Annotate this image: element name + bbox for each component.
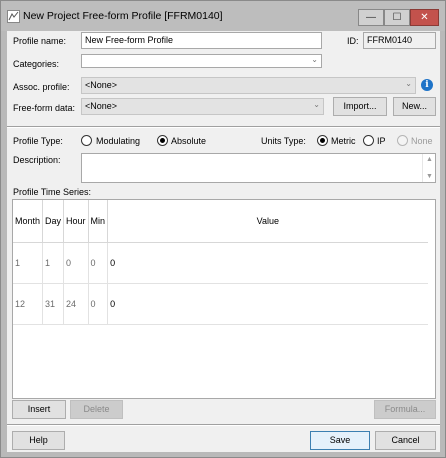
column-header-min[interactable]: Min [88,200,109,243]
ip-radio[interactable] [363,135,374,146]
table-header-row: Month Day Hour Min Value [13,200,428,243]
absolute-radio[interactable] [157,135,168,146]
column-header-month[interactable]: Month [13,200,44,243]
formula-button[interactable]: Formula... [374,400,436,419]
scroll-up-icon: ▲ [426,156,433,163]
help-button[interactable]: Help [12,431,65,450]
column-header-hour[interactable]: Hour [63,200,89,243]
profile-name-input[interactable]: New Free-form Profile [81,32,322,49]
table-cell[interactable]: 31 [42,283,65,325]
id-label: ID: [347,36,359,46]
delete-button[interactable]: Delete [70,400,123,419]
metric-label: Metric [331,136,356,146]
absolute-label: Absolute [171,136,207,146]
save-button[interactable]: Save [310,431,370,450]
close-button[interactable]: ✕ [410,9,439,26]
modulating-label: Modulating [96,136,141,146]
chevron-down-icon: ⌄ [405,79,412,88]
description-scrollbar[interactable]: ▲ ▼ [422,154,435,182]
modulating-radio[interactable] [81,135,92,146]
profile-type-label: Profile Type: [13,136,63,146]
ip-label: IP [377,136,386,146]
categories-combo[interactable]: ⌄ [81,54,322,68]
freeform-data-label: Free-form data: [13,103,76,113]
description-textarea[interactable]: ▲ ▼ [81,153,436,183]
id-field: FFRM0140 [363,32,436,49]
time-series-grid[interactable]: Month Day Hour Min Value 1 1 0 0 0 12 31… [12,199,436,399]
table-cell[interactable]: 1 [42,242,65,284]
window-title: New Project Free-form Profile [FFRM0140] [23,10,223,22]
description-label: Description: [13,155,61,165]
chevron-down-icon: ⌄ [311,55,318,64]
table-row[interactable]: 12 31 24 0 0 [13,283,428,325]
table-cell[interactable]: 12 [13,283,44,325]
column-header-value[interactable]: Value [107,200,428,243]
assoc-profile-value: <None> [85,80,118,90]
table-row[interactable]: 1 1 0 0 0 [13,242,428,284]
time-series-label: Profile Time Series: [13,187,92,197]
scroll-down-icon: ▼ [426,173,433,180]
units-type-label: Units Type: [261,136,306,146]
none-radio[interactable] [397,135,408,146]
new-button[interactable]: New... [393,97,436,116]
freeform-data-value: <None> [85,101,118,111]
chevron-down-icon: ⌄ [313,100,320,109]
table-cell[interactable]: 0 [107,283,428,325]
maximize-button[interactable]: ☐ [384,9,410,26]
metric-radio[interactable] [317,135,328,146]
table-cell[interactable]: 0 [88,242,109,284]
column-header-day[interactable]: Day [42,200,65,243]
dialog-body: Profile name: New Free-form Profile ID: … [7,31,440,452]
freeform-data-combo[interactable]: <None> ⌄ [81,98,324,115]
title-bar[interactable]: New Project Free-form Profile [FFRM0140]… [1,1,445,31]
table-cell[interactable]: 1 [13,242,44,284]
dialog-window: New Project Free-form Profile [FFRM0140]… [0,0,446,458]
app-icon [7,10,20,23]
cancel-button[interactable]: Cancel [375,431,436,450]
import-button[interactable]: Import... [333,97,387,116]
minimize-button[interactable]: — [358,9,384,26]
assoc-profile-label: Assoc. profile: [13,82,70,92]
info-icon[interactable]: i [421,79,433,91]
table-cell[interactable]: 0 [88,283,109,325]
assoc-profile-combo[interactable]: <None> ⌄ [81,77,416,94]
table-cell[interactable]: 24 [63,283,89,325]
none-label: None [411,136,433,146]
table-cell[interactable]: 0 [107,242,428,284]
insert-button[interactable]: Insert [12,400,66,419]
separator [7,424,440,426]
profile-name-label: Profile name: [13,36,67,46]
separator [7,126,440,128]
table-cell[interactable]: 0 [63,242,89,284]
time-series-table: Month Day Hour Min Value 1 1 0 0 0 12 31… [13,200,428,325]
categories-label: Categories: [13,59,60,69]
